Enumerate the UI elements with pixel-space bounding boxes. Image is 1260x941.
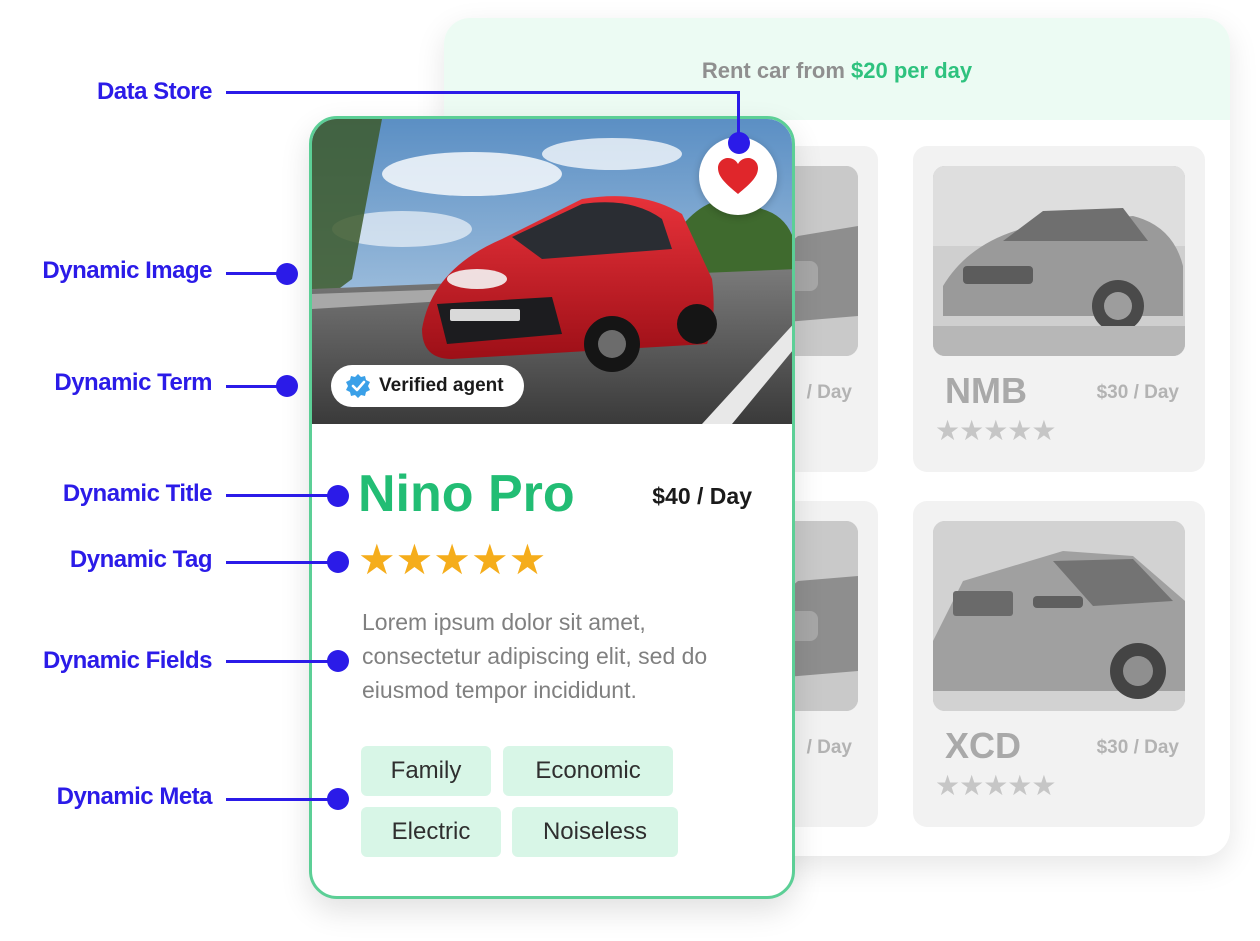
annotation-dynamic-image: Dynamic Image [42,257,212,284]
annotation-connector [226,561,338,564]
annotation-dot [327,650,349,672]
annotation-dot [327,788,349,810]
listing-header-text: Rent car from $20 per day [701,58,973,83]
listing-header: Rent car from $20 per day [444,18,1230,120]
annotation-dynamic-term: Dynamic Term [54,369,212,396]
annotation-dynamic-tag: Dynamic Tag [69,546,213,573]
card-price: / Day [806,737,852,758]
card-rating: ★★★★★ [935,770,1057,801]
annotation-dot [728,132,750,154]
car-description: Lorem ipsum dolor sit amet, consectetur … [362,609,708,703]
annotation-data-store: Data Store [96,78,213,105]
featured-car-card[interactable]: Verified agent Nino Pro $40 / Day ★★★★★ … [309,116,795,899]
annotation-connector [226,798,338,801]
tag-chip[interactable]: Noiseless [512,807,678,857]
annotation-dot [327,551,349,573]
listing-card[interactable]: NMB $30 / Day ★★★★★ [913,146,1205,472]
card-title: XCD [945,725,1022,766]
card-rating: ★★★★★ [935,415,1057,446]
verified-badge-label: Verified agent [379,375,504,396]
annotation-dot [327,485,349,507]
annotation-dot [276,263,298,285]
annotation-dot [276,375,298,397]
car-thumbnail [933,521,1185,711]
annotation-dynamic-title: Dynamic Title [62,480,213,507]
listing-card[interactable]: XCD $30 / Day ★★★★★ [913,501,1205,827]
annotation-connector [226,91,740,94]
card-price: $30 / Day [1096,382,1179,403]
annotation-connector [226,494,338,497]
card-price: / Day [806,382,852,403]
car-thumbnail [933,166,1185,356]
tag-chip[interactable]: Economic [503,746,673,796]
annotation-connector [226,660,338,663]
car-title: Nino Pro [358,465,575,523]
verified-badge-icon [346,374,370,398]
verified-badge: Verified agent [331,365,524,407]
annotation-dynamic-meta: Dynamic Meta [56,783,213,810]
price-highlight: $20 per day [851,58,973,83]
car-price: $40 / Day [652,483,752,509]
card-title: NMB [945,370,1027,411]
card-price: $30 / Day [1096,737,1179,758]
heart-icon [718,158,758,194]
annotation-dynamic-fields: Dynamic Fields [42,647,213,674]
tag-chip[interactable]: Electric [361,807,501,857]
tag-chip[interactable]: Family [361,746,491,796]
star-rating: ★★★★★ [358,536,547,583]
